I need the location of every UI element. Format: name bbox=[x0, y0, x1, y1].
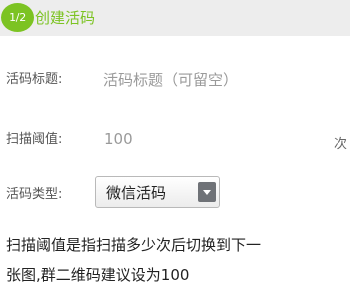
step-badge: 1/2 bbox=[1, 3, 34, 32]
help-text-line-1: 扫描阈值是指扫描多少次后切换到下一 bbox=[6, 236, 262, 254]
type-select[interactable]: 微信活码 bbox=[95, 176, 220, 208]
page-title: 创建活码 bbox=[35, 9, 96, 27]
type-label: 活码类型: bbox=[6, 187, 63, 202]
page-header: 1/2 创建活码 bbox=[0, 0, 350, 36]
title-label: 活码标题: bbox=[6, 72, 63, 87]
type-select-value: 微信活码 bbox=[106, 184, 167, 202]
threshold-unit: 次 bbox=[334, 137, 348, 152]
threshold-label: 扫描阈值: bbox=[6, 132, 63, 147]
threshold-input[interactable]: 100 bbox=[104, 129, 133, 149]
help-text-line-2: 张图,群二维码建议设为100 bbox=[6, 266, 190, 284]
chevron-down-icon bbox=[203, 190, 211, 195]
title-input[interactable]: 活码标题（可留空） bbox=[103, 70, 238, 90]
dropdown-arrow-button[interactable] bbox=[198, 182, 216, 202]
